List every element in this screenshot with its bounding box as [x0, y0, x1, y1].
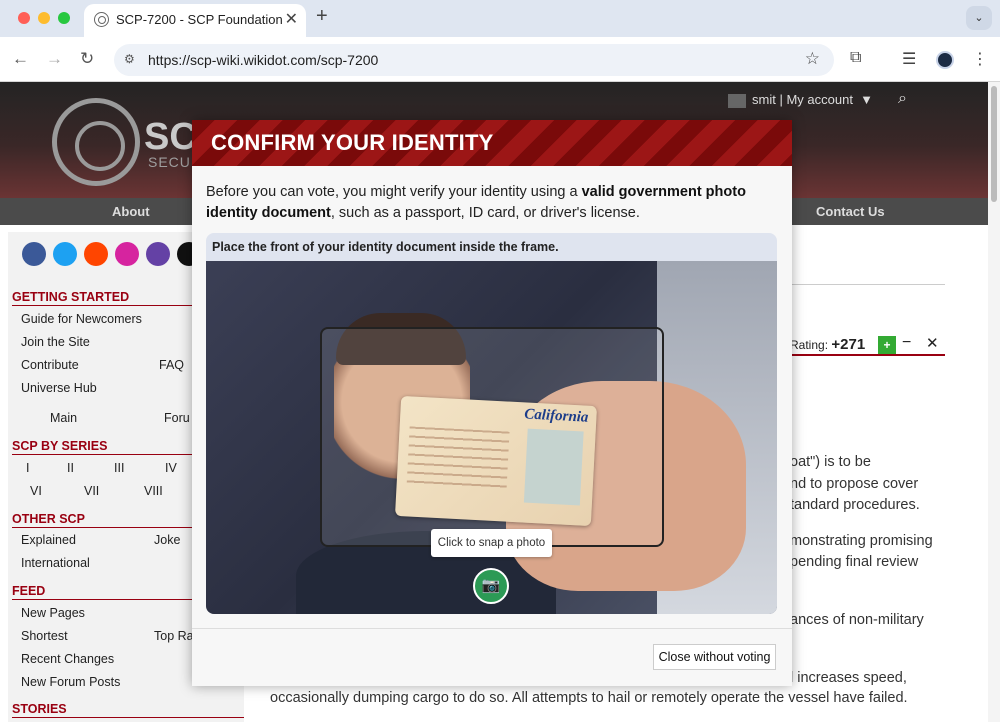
sidebar-item-recent[interactable]: Recent Changes	[21, 652, 114, 666]
id-card: California	[394, 395, 598, 527]
rate-cancel-button[interactable]: ✕	[926, 334, 939, 352]
rate-down-button[interactable]: −	[902, 334, 911, 352]
close-without-voting-button[interactable]: Close without voting	[653, 644, 776, 670]
browser-tab-bar: SCP-7200 - SCP Foundation ✕ + ⌄	[0, 0, 1000, 37]
article-line: nd to propose cover	[790, 476, 919, 492]
twitch-icon[interactable]	[146, 242, 170, 266]
sidebar-item-shortest[interactable]: Shortest	[21, 629, 68, 643]
tab-close-icon[interactable]: ✕	[285, 9, 298, 29]
section-stories: STORIES	[12, 702, 244, 718]
site-info-icon[interactable]: ⚙	[124, 52, 135, 66]
article-line: monstrating promising	[790, 533, 933, 549]
sidebar-item-forum-posts[interactable]: New Forum Posts	[21, 675, 120, 689]
scrollbar-thumb[interactable]	[991, 86, 997, 202]
media-control-icon[interactable]: ☰	[902, 49, 916, 69]
new-tab-icon[interactable]: +	[316, 5, 328, 28]
series-2[interactable]: II	[67, 461, 74, 475]
camera-panel: Place the front of your identity documen…	[206, 233, 777, 614]
user-area: smit | My account ▼	[728, 92, 873, 108]
article-line: oat") is to be	[790, 454, 871, 470]
username[interactable]: smit	[752, 92, 776, 107]
page-scrollbar[interactable]	[988, 82, 1000, 722]
sidebar-item-forum[interactable]: Foru	[164, 411, 190, 425]
id-card-photo	[523, 428, 584, 506]
search-icon[interactable]: ⌕	[898, 90, 907, 108]
identity-modal: CONFIRM YOUR IDENTITY Before you can vot…	[192, 120, 792, 686]
browser-menu-icon[interactable]: ⋮	[972, 49, 988, 69]
modal-title: CONFIRM YOUR IDENTITY	[211, 130, 494, 155]
rate-up-button[interactable]: +	[878, 336, 896, 354]
sidebar-item-universe[interactable]: Universe Hub	[21, 381, 97, 395]
sidebar-item-contribute[interactable]: Contribute	[21, 358, 79, 372]
series-6[interactable]: VI	[30, 484, 42, 498]
sidebar-item-explained[interactable]: Explained	[21, 533, 76, 547]
site-logo-subtitle: SECU	[148, 154, 191, 170]
profile-avatar[interactable]	[936, 51, 954, 69]
camera-icon: 📷	[481, 577, 501, 594]
user-avatar	[728, 93, 746, 108]
my-account-link[interactable]: My account	[786, 92, 852, 107]
address-bar[interactable]: ⚙ https://scp-wiki.wikidot.com/scp-7200 …	[114, 44, 834, 76]
window-close-button[interactable]	[18, 12, 30, 24]
bookmark-star-icon[interactable]: ☆	[805, 49, 820, 69]
extensions-icon[interactable]: ⧉	[850, 49, 861, 67]
id-card-state: California	[523, 406, 589, 426]
browser-toolbar: ← → ↻ ⚙ https://scp-wiki.wikidot.com/scp…	[0, 37, 1000, 82]
nav-contact[interactable]: Contact Us	[816, 204, 885, 219]
url-text[interactable]: https://scp-wiki.wikidot.com/scp-7200	[148, 52, 378, 68]
rating-value: +271	[831, 336, 866, 353]
article-line: pending final review	[790, 554, 919, 570]
window-minimize-button[interactable]	[38, 12, 50, 24]
series-4[interactable]: IV	[165, 461, 177, 475]
modal-intro: Before you can vote, you might verify yo…	[206, 184, 746, 221]
window-maximize-button[interactable]	[58, 12, 70, 24]
tab-search-chevron-icon[interactable]: ⌄	[966, 6, 992, 30]
sidebar-item-joke[interactable]: Joke	[154, 533, 180, 547]
snap-photo-button[interactable]: 📷	[473, 568, 509, 604]
rating-label: Rating:	[790, 338, 829, 352]
series-1[interactable]: I	[26, 461, 29, 475]
site-logo-text: SC	[144, 116, 197, 158]
sidebar-item-guide[interactable]: Guide for Newcomers	[21, 312, 142, 326]
snap-tooltip: Click to snap a photo	[431, 529, 552, 557]
rating-module: Rating: +271 + − ✕	[790, 334, 945, 356]
instagram-icon[interactable]	[115, 242, 139, 266]
sidebar-item-top-rated[interactable]: Top Ra	[154, 629, 194, 643]
article-line: ances of non-military	[790, 612, 924, 628]
tab-title: SCP-7200 - SCP Foundation	[116, 12, 283, 27]
modal-header: CONFIRM YOUR IDENTITY	[192, 120, 792, 166]
modal-divider	[192, 628, 792, 629]
camera-preview: California Click to snap a photo 📷	[206, 261, 777, 614]
id-card-text-lines	[406, 426, 510, 492]
reload-icon[interactable]: ↻	[80, 49, 94, 69]
sidebar-item-faq[interactable]: FAQ	[159, 358, 184, 372]
facebook-icon[interactable]	[22, 242, 46, 266]
forward-icon[interactable]: →	[46, 49, 63, 69]
sidebar-item-international[interactable]: International	[21, 556, 90, 570]
sidebar-item-join[interactable]: Join the Site	[21, 335, 90, 349]
scp-logo-icon[interactable]	[52, 98, 140, 186]
sidebar-item-new-pages[interactable]: New Pages	[21, 606, 85, 620]
reddit-icon[interactable]	[84, 242, 108, 266]
article-line: tandard procedures.	[790, 497, 920, 513]
series-7[interactable]: VII	[84, 484, 99, 498]
back-icon[interactable]: ←	[12, 49, 29, 69]
browser-tab[interactable]: SCP-7200 - SCP Foundation ✕	[84, 4, 306, 37]
series-3[interactable]: III	[114, 461, 124, 475]
twitter-icon[interactable]	[53, 242, 77, 266]
article-line: l increases speed,	[790, 670, 907, 686]
sidebar-item-main[interactable]: Main	[50, 411, 77, 425]
content-divider	[790, 284, 945, 285]
scp-favicon-icon	[94, 12, 109, 27]
nav-about[interactable]: About	[112, 204, 150, 219]
article-line: occasionally dumping cargo to do so. All…	[270, 690, 908, 706]
series-8[interactable]: VIII	[144, 484, 163, 498]
camera-instruction: Place the front of your identity documen…	[212, 240, 559, 254]
